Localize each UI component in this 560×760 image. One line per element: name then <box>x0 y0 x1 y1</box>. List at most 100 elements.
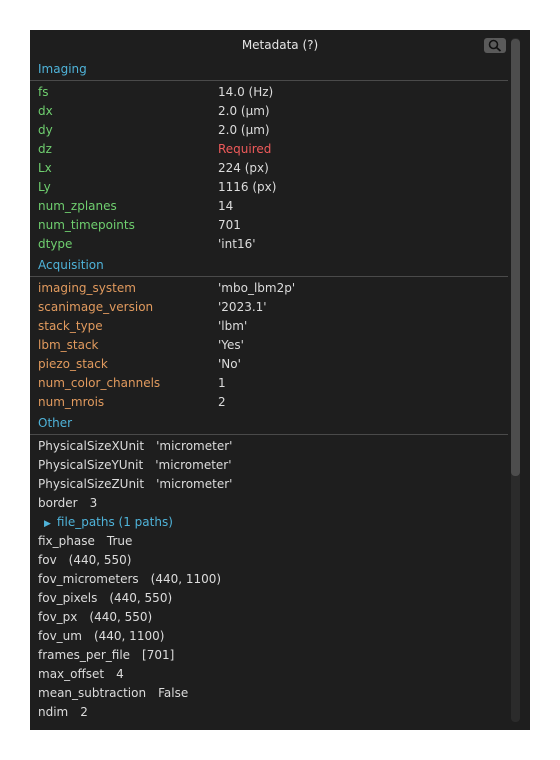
metadata-content: Imaging fs 14.0 (Hz) dx 2.0 (µm) dy 2.0 (µm) d… <box>30 58 508 722</box>
metadata-key: PhysicalSizeXUnit <box>38 439 145 453</box>
metadata-row-num-timepoints: num_timepoints 701 <box>30 216 508 235</box>
metadata-row-stack-type: stack_type 'lbm' <box>30 317 508 336</box>
other-row-physicalsizexunit: PhysicalSizeXUnit 'micrometer' <box>30 437 508 456</box>
metadata-value: [701] <box>142 648 175 662</box>
metadata-row-scanimage-version: scanimage_version '2023.1' <box>30 298 508 317</box>
search-button[interactable] <box>484 38 506 53</box>
metadata-value: 3 <box>89 496 98 510</box>
metadata-key: dz <box>38 142 52 156</box>
metadata-value: 1116 (px) <box>218 180 277 194</box>
other-row-border: border 3 <box>30 494 508 513</box>
metadata-row-dz: dz Required <box>30 140 508 159</box>
metadata-value: 2.0 (µm) <box>218 123 270 137</box>
metadata-key: fov_px <box>38 610 78 624</box>
panel-title: Metadata (?) <box>241 38 319 52</box>
metadata-row-num-color-channels: num_color_channels 1 <box>30 374 508 393</box>
metadata-key: fov <box>38 553 57 567</box>
metadata-key: Ly <box>38 180 51 194</box>
metadata-value: 14.0 (Hz) <box>218 85 274 99</box>
other-row-fov-um: fov_um (440, 1100) <box>30 627 508 646</box>
metadata-key: max_offset <box>38 667 105 681</box>
metadata-value: (440, 550) <box>68 553 132 567</box>
other-row-physicalsizezunit: PhysicalSizeZUnit 'micrometer' <box>30 475 508 494</box>
expand-arrow-icon: ▶ <box>44 519 51 529</box>
metadata-key: num_timepoints <box>38 218 135 232</box>
metadata-value: 224 (px) <box>218 161 269 175</box>
metadata-key: frames_per_file <box>38 648 131 662</box>
metadata-value: True <box>106 534 133 548</box>
metadata-value: 1 <box>218 376 226 390</box>
metadata-value: 2 <box>218 395 226 409</box>
metadata-value: 'Yes' <box>218 338 244 352</box>
metadata-value: '2023.1' <box>218 300 267 314</box>
metadata-value: 'int16' <box>218 237 256 251</box>
metadata-value: 'micrometer' <box>156 477 233 491</box>
metadata-row-lbm-stack: lbm_stack 'Yes' <box>30 336 508 355</box>
metadata-key: dy <box>38 123 53 137</box>
metadata-key: fix_phase <box>38 534 95 548</box>
metadata-value: False <box>158 686 189 700</box>
vertical-scrollbar[interactable] <box>511 38 520 722</box>
metadata-row-num-zplanes: num_zplanes 14 <box>30 197 508 216</box>
metadata-key: num_zplanes <box>38 199 117 213</box>
metadata-value: 4 <box>116 667 124 681</box>
metadata-key: Lx <box>38 161 52 175</box>
metadata-value: 2 <box>80 705 88 719</box>
metadata-row-ly: Ly 1116 (px) <box>30 178 508 197</box>
metadata-row-dy: dy 2.0 (µm) <box>30 121 508 140</box>
metadata-key: fov_um <box>38 629 82 643</box>
metadata-value: Required <box>218 142 272 156</box>
other-row-fov-pixels: fov_pixels (440, 550) <box>30 589 508 608</box>
metadata-value: 'micrometer' <box>155 458 232 472</box>
metadata-row-fs: fs 14.0 (Hz) <box>30 83 508 102</box>
metadata-key: fov_micrometers <box>38 572 139 586</box>
metadata-key: scanimage_version <box>38 300 154 314</box>
metadata-value: (440, 1100) <box>93 629 165 643</box>
other-row-fov-micrometers: fov_micrometers (440, 1100) <box>30 570 508 589</box>
panel-title-bar: Metadata (?) <box>30 30 530 60</box>
metadata-row-lx: Lx 224 (px) <box>30 159 508 178</box>
other-row-physicalsizeyunit: PhysicalSizeYUnit 'micrometer' <box>30 456 508 475</box>
metadata-value: 14 <box>218 199 234 213</box>
tree-node-label: file_paths (1 paths) <box>56 515 173 529</box>
metadata-value: (440, 1100) <box>150 572 222 586</box>
metadata-row-piezo-stack: piezo_stack 'No' <box>30 355 508 374</box>
other-row-mean-subtraction: mean_subtraction False <box>30 684 508 703</box>
scrollbar-thumb[interactable] <box>511 39 520 476</box>
metadata-row-num-mrois: num_mrois 2 <box>30 393 508 412</box>
other-row-fov: fov (440, 550) <box>30 551 508 570</box>
metadata-value: 'micrometer' <box>156 439 233 453</box>
metadata-key: imaging_system <box>38 281 136 295</box>
section-header-acquisition[interactable]: Acquisition <box>30 254 508 277</box>
metadata-value: 'lbm' <box>218 319 248 333</box>
section-header-imaging[interactable]: Imaging <box>30 58 508 81</box>
metadata-value: (440, 550) <box>89 610 153 624</box>
section-header-other[interactable]: Other <box>30 412 508 435</box>
other-row-fix-phase: fix_phase True <box>30 532 508 551</box>
metadata-row-dtype: dtype 'int16' <box>30 235 508 254</box>
metadata-key: PhysicalSizeYUnit <box>38 458 144 472</box>
metadata-key: PhysicalSizeZUnit <box>38 477 145 491</box>
metadata-key: stack_type <box>38 319 103 333</box>
metadata-value: 'No' <box>218 357 241 371</box>
metadata-key: piezo_stack <box>38 357 108 371</box>
metadata-key: fov_pixels <box>38 591 98 605</box>
metadata-value: 'mbo_lbm2p' <box>218 281 296 295</box>
metadata-value: (440, 550) <box>109 591 173 605</box>
metadata-key: num_mrois <box>38 395 105 409</box>
metadata-row-dx: dx 2.0 (µm) <box>30 102 508 121</box>
metadata-key: dtype <box>38 237 73 251</box>
metadata-value: 701 <box>218 218 241 232</box>
other-row-max-offset: max_offset 4 <box>30 665 508 684</box>
metadata-key: num_color_channels <box>38 376 161 390</box>
other-row-fov-px: fov_px (440, 550) <box>30 608 508 627</box>
metadata-row-imaging-system: imaging_system 'mbo_lbm2p' <box>30 279 508 298</box>
other-row-ndim: ndim 2 <box>30 703 508 722</box>
metadata-key: ndim <box>38 705 69 719</box>
other-row-frames-per-file: frames_per_file [701] <box>30 646 508 665</box>
metadata-key: mean_subtraction <box>38 686 147 700</box>
file-paths-tree-node[interactable]: ▶ file_paths (1 paths) <box>30 513 508 532</box>
metadata-key: lbm_stack <box>38 338 99 352</box>
metadata-panel: Metadata (?) Imaging fs 14.0 (Hz) dx 2.0 (µ… <box>30 30 530 730</box>
metadata-key: border <box>38 496 78 510</box>
